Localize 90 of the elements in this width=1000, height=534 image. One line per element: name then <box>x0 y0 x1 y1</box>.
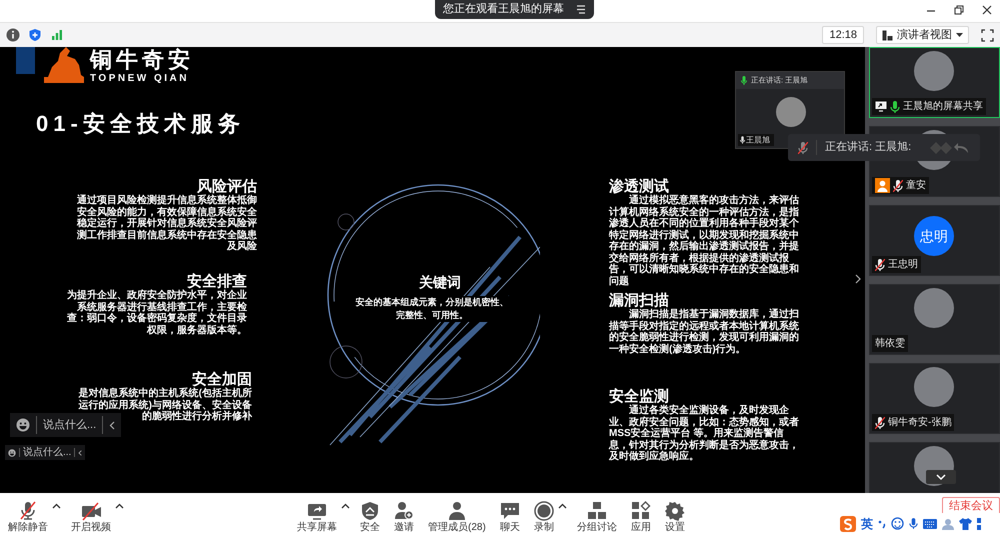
close-icon[interactable] <box>982 5 992 15</box>
caret-icon <box>956 33 963 37</box>
section-text: 为提升企业、政府安全防护水平，对企业系统服务器进行基线排查工作，主要检查：弱口令，设备密码复杂度，文件目录权限，服务器版本等。 <box>66 290 247 336</box>
logo-subtitle: TOPNEW QIAN <box>90 73 189 84</box>
caret-up-icon[interactable] <box>52 503 61 509</box>
muted-microphone-icon <box>798 142 808 154</box>
participant-tile[interactable]: 王晨旭的屏幕共享 <box>869 47 1000 118</box>
reply-arrow-icon <box>930 140 970 154</box>
toolbar-button[interactable]: 管理成员(28) <box>424 493 490 534</box>
caret-up-icon[interactable] <box>558 503 567 509</box>
shirt-icon[interactable] <box>959 518 972 530</box>
section-text: 通过项目风险检测提升信息系统整体抵御安全风险的能力，有效保障信息系统安全稳定运行，开展针对信息系统安全风险评测工作排查目前信息系统中存在安全隐患及风险 <box>76 195 257 252</box>
section-text: 通过各类安全监测设备，及时发现企业、政府安全问题，比如：态势感知，或者MSS安全运营平台 等。用来监测告警信息，针对其行为分析判断是否为恶意攻击，及时做到应急响应。 <box>609 405 800 462</box>
chevron-left-icon[interactable] <box>78 450 82 456</box>
people-icon <box>446 501 467 521</box>
emoji-icon[interactable] <box>891 517 904 530</box>
signal-icon <box>50 28 64 42</box>
group-icon <box>586 501 607 521</box>
chevron-left-icon[interactable] <box>109 420 116 430</box>
toolbar-button[interactable]: 分组讨论 <box>572 493 621 534</box>
chevron-right-icon[interactable] <box>855 274 861 284</box>
participant-tile[interactable]: 忠明 王忠明 <box>869 205 1000 276</box>
menu-icon[interactable] <box>576 5 586 14</box>
punctuation-icon[interactable] <box>878 518 886 528</box>
toolbar-button[interactable]: 聊天 <box>496 493 524 534</box>
participant-tile[interactable]: 韩依雯 <box>869 284 1000 355</box>
participant-tile[interactable] <box>869 442 1000 493</box>
toolbar-button[interactable]: 安全 <box>356 493 384 534</box>
avatar-photo <box>914 288 954 328</box>
participant-name: 王忠明 <box>888 258 918 272</box>
section-title: 风险评估 <box>197 178 257 195</box>
section-text: 通过模拟恶意黑客的攻击方法，来评估计算机网络系统安全的一种评估方法，是指渗透人员在不同的位置利用各种手段对某个特定网络进行测试，以期发现和挖掘系统中存在的漏洞，然后输出渗透测试报告，并提交给网络所有者，根据提供的渗透测试报告，可以清晰知晓系统中存在的安全隐患和问题 <box>609 195 800 287</box>
caret-up-icon[interactable] <box>341 503 350 509</box>
chevron-down-icon[interactable] <box>926 470 956 484</box>
avatar-photo <box>914 51 954 91</box>
apps-icon <box>630 501 651 521</box>
participant-name: 铜牛奇安-张鹏 <box>888 416 952 430</box>
input-mode-toggle[interactable]: 英 <box>861 514 873 532</box>
avatar-photo <box>776 97 806 127</box>
section-title: 安全加固 <box>192 371 252 388</box>
settings-icon <box>664 501 685 521</box>
participant-name: 童安 <box>906 178 926 193</box>
add-person-icon <box>394 501 414 521</box>
toolbar-button[interactable]: 解除静音 <box>4 493 52 534</box>
logo-name: 铜牛奇安 <box>90 48 194 72</box>
screen-share-icon <box>307 501 327 521</box>
shield-icon[interactable] <box>28 28 42 42</box>
emoji-icon <box>16 418 30 432</box>
toolbar-button[interactable]: 录制 <box>530 493 558 534</box>
chat-icon <box>500 501 520 521</box>
chat-input[interactable]: 说点什么... <box>10 413 122 437</box>
logo-bar <box>16 47 35 74</box>
chat-placeholder: 说点什么... <box>43 418 96 433</box>
section-title: 安全排查 <box>187 273 247 290</box>
banner-text: 您正在观看王晨旭的屏幕 <box>443 2 564 18</box>
layout-icon <box>882 30 893 40</box>
meeting-timer: 12:18 <box>822 26 864 44</box>
fullscreen-icon[interactable] <box>981 28 994 42</box>
keyword-title: 关键词 <box>419 273 461 292</box>
restore-icon[interactable] <box>954 5 964 15</box>
toolbar-button[interactable]: 应用 <box>626 493 655 534</box>
participant-name: 韩依雯 <box>875 336 905 351</box>
participant-tile[interactable]: 铜牛奇安-张鹏 <box>869 363 1000 434</box>
microphone-icon <box>740 136 745 144</box>
view-mode-dropdown[interactable]: 演讲者视图 <box>876 26 969 44</box>
avatar: 忠明 <box>914 216 954 256</box>
info-icon[interactable] <box>6 28 20 42</box>
toolbar-button[interactable]: 开启视频 <box>67 493 115 534</box>
video-off-icon <box>81 501 101 521</box>
chat-input[interactable]: 说点什么... <box>5 445 86 460</box>
toolbar-button[interactable]: 设置 <box>660 493 689 534</box>
grid-icon[interactable] <box>977 518 981 530</box>
microphone-icon <box>741 76 747 85</box>
shield-icon <box>360 501 380 521</box>
keyboard-icon[interactable] <box>923 518 937 528</box>
section-title: 漏洞扫描 <box>609 292 669 309</box>
emoji-icon <box>8 448 16 456</box>
section-title: 安全监测 <box>609 388 669 405</box>
record-icon <box>534 501 554 521</box>
chat-placeholder: 说点什么... <box>23 446 72 458</box>
participant-name: 王晨旭的屏幕共享 <box>903 100 983 114</box>
section-title: 渗透测试 <box>609 178 669 195</box>
toolbar-button[interactable]: 邀请 <box>390 493 418 534</box>
section-text: 漏洞扫描是指基于漏洞数据库，通过扫描等手段对指定的远程或者本地计算机系统的安全脆弱性进行检测，发现可利用漏洞的一种安全检测(渗透攻击)行为。 <box>609 309 800 355</box>
muted-microphone-icon <box>18 501 38 521</box>
microphone-icon[interactable] <box>909 517 918 530</box>
toolbar-button[interactable]: 共享屏幕 <box>293 493 341 534</box>
slide-title: 01-安全技术服务 <box>36 111 245 137</box>
caret-up-icon[interactable] <box>115 503 124 509</box>
avatar-photo <box>914 367 954 407</box>
